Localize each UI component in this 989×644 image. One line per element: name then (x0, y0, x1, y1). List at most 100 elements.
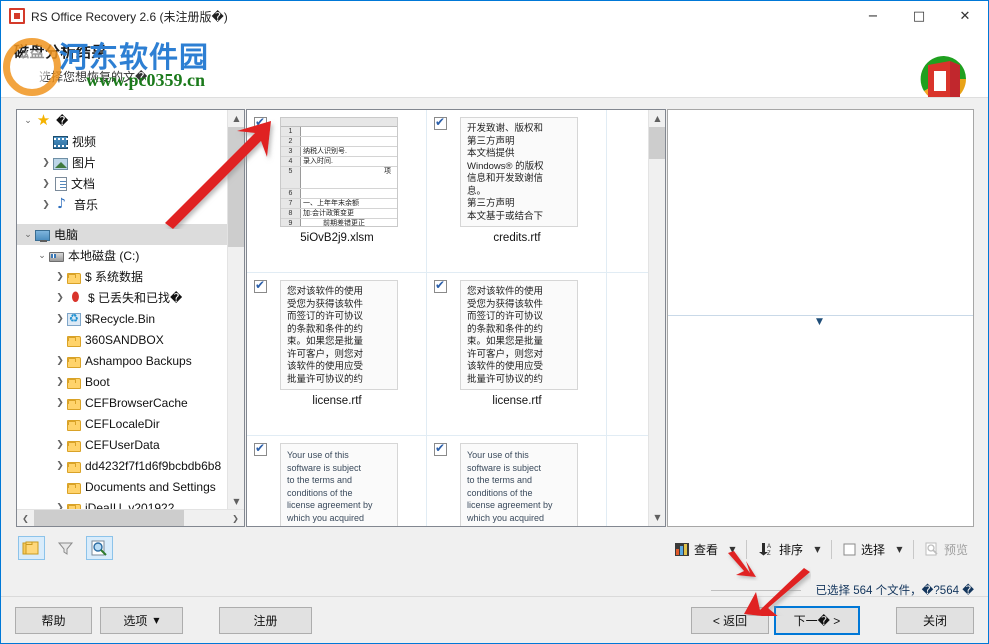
excel-cell (301, 137, 397, 146)
close-button[interactable]: 关闭 (896, 607, 974, 634)
tree-item-label: 音乐 (74, 198, 99, 212)
chevron-down-icon[interactable]: ⌄ (35, 248, 49, 264)
chevron-right-icon[interactable]: ❯ (39, 155, 53, 171)
tree-item-boot[interactable]: ❯ Boot (17, 371, 228, 392)
thumbnail-checkbox[interactable] (434, 278, 447, 293)
tree-item-pictures[interactable]: ❯ 图片 (17, 152, 228, 173)
maximize-button[interactable]: □ (896, 1, 942, 32)
tree-item-documents-and-settings[interactable]: ❯ Documents and Settings (17, 476, 228, 497)
file-thumbnail-panel[interactable]: 1 2 3 纳税人识别号. (246, 109, 666, 527)
thumbnail-checkbox[interactable] (434, 115, 447, 130)
tree-item-360sandbox[interactable]: ❯ 360SANDBOX (17, 329, 228, 350)
file-preview-panel[interactable]: ▼ (667, 109, 974, 527)
thumbnail-item-license-rtf-1[interactable]: 您对该软件的使用 受您为获得该软件 而签订的许可协议 的条款和条件的约 束。如果… (247, 273, 427, 436)
chevron-right-icon[interactable]: ❯ (53, 353, 67, 369)
thumbnail-grid: 1 2 3 纳税人识别号. (247, 110, 649, 526)
back-button[interactable]: < 返回 (691, 607, 769, 634)
chevron-right-icon[interactable]: ❯ (53, 290, 67, 306)
minimize-button[interactable]: − (850, 1, 896, 32)
thumbnail-item-license-en-1[interactable]: Your use of this software is subject to … (247, 436, 427, 526)
tree-item-recycle-bin[interactable]: ❯ $Recycle.Bin (17, 308, 228, 329)
thumbnail-item-xlsm[interactable]: 1 2 3 纳税人识别号. (247, 110, 427, 273)
thumbnail-vertical-scrollbar[interactable]: ▲ ▼ (648, 110, 665, 526)
tree-item-label: Ashampoo Backups (85, 353, 192, 368)
scroll-right-icon[interactable]: ❯ (227, 510, 244, 526)
select-button[interactable]: 选择 (837, 537, 891, 561)
toolbar-separator (912, 539, 914, 559)
tree-item-cefbrowsercache[interactable]: ❯ CEFBrowserCache (17, 392, 228, 413)
chevron-right-icon[interactable]: ❯ (53, 458, 67, 474)
tree-item-label: 图片 (72, 156, 97, 170)
tree-item-documents[interactable]: ❯ 文档 (17, 173, 228, 194)
preview-divider (668, 315, 973, 316)
main-content: ⌄ ★ � › 视频 ❯ 图片 ❯ 文档 (1, 99, 988, 597)
tree-item-music[interactable]: ❯ ♪ 音乐 (17, 194, 228, 215)
tree-scroll-thumb[interactable] (228, 127, 244, 247)
thumbnail-checkbox[interactable] (434, 441, 447, 456)
tree-item-computer[interactable]: ⌄ 电脑 (17, 224, 228, 245)
tree-hscroll-thumb[interactable] (34, 510, 184, 526)
thumbnail-checkbox[interactable] (254, 115, 267, 130)
tree-item-local-disk-c[interactable]: ⌄ 本地磁盘 (C:) (17, 245, 228, 266)
thumbnail-item-credits-rtf[interactable]: 开发致谢、版权和 第三方声明 本文档提供 Windows® 的版权 信息和开发致… (427, 110, 607, 273)
tree-item-ceflocaledir[interactable]: ❯ CEFLocaleDir (17, 413, 228, 434)
excel-row: 4 录入时间. (281, 157, 397, 167)
next-button[interactable]: 下一� > (774, 606, 860, 635)
excel-cell (301, 127, 397, 136)
view-thumbnails-icon (674, 542, 689, 556)
excel-row: 8 加:会计政策变更 (281, 209, 397, 219)
sort-button[interactable]: A Z 排序 (752, 537, 809, 561)
group-files-button[interactable] (18, 536, 45, 560)
chevron-right-icon[interactable]: ❯ (39, 197, 53, 213)
folder-tree-panel[interactable]: ⌄ ★ � › 视频 ❯ 图片 ❯ 文档 (16, 109, 245, 527)
excel-row-number: 2 (281, 137, 301, 146)
chevron-down-icon[interactable]: ▼ (816, 317, 823, 327)
scroll-up-icon[interactable]: ▲ (228, 110, 244, 127)
scroll-left-icon[interactable]: ❮ (17, 510, 34, 526)
scroll-down-icon[interactable]: ▼ (228, 493, 244, 510)
tree-item-favorites[interactable]: ⌄ ★ � (17, 110, 228, 131)
tree-horizontal-scrollbar[interactable]: ❮ ❯ (17, 509, 244, 526)
tree-item-cefuserdata[interactable]: ❯ CEFUserData (17, 434, 228, 455)
help-button[interactable]: 帮助 (15, 607, 92, 634)
chevron-down-icon[interactable]: ⌄ (21, 227, 35, 243)
filter-button[interactable] (52, 536, 79, 560)
thumbnail-filename: 5iOvB2j9.xlsm (300, 232, 374, 244)
tree-item-ashampoo-backups[interactable]: ❯ Ashampoo Backups (17, 350, 228, 371)
close-window-button[interactable]: ✕ (942, 1, 988, 32)
tree-item-videos[interactable]: › 视频 (17, 131, 228, 152)
chevron-down-icon[interactable]: ⌄ (21, 113, 35, 129)
find-button[interactable] (86, 536, 113, 560)
chevron-right-icon[interactable]: ❯ (53, 269, 67, 285)
tree-item-system-data[interactable]: ❯ $ 系统数据 (17, 266, 228, 287)
select-dropdown-caret-icon[interactable]: ▼ (891, 537, 908, 561)
view-dropdown-caret-icon[interactable]: ▼ (724, 537, 741, 561)
excel-cell (301, 189, 397, 198)
office-recovery-icon (9, 8, 25, 24)
sort-dropdown-caret-icon[interactable]: ▼ (809, 537, 826, 561)
chevron-right-icon[interactable]: ❯ (53, 437, 67, 453)
chevron-right-icon[interactable]: ❯ (53, 395, 67, 411)
tree-vertical-scrollbar[interactable]: ▲ ▼ (227, 110, 244, 510)
excel-row-number: 6 (281, 189, 301, 198)
thumbnail-scroll-thumb[interactable] (649, 127, 665, 159)
thumbnail-item-license-en-2[interactable]: Your use of this software is subject to … (427, 436, 607, 526)
chevron-right-icon[interactable]: ❯ (39, 176, 53, 192)
tree-item-hash-folder[interactable]: ❯ dd4232f7f1d6f9bcbdb6b8 (17, 455, 228, 476)
thumbnail-checkbox[interactable] (254, 441, 267, 456)
excel-row-number: 9 (281, 219, 301, 226)
rtf-preview: 您对该软件的使用 受您为获得该软件 而签订的许可协议 的条款和条件的约 束。如果… (460, 280, 578, 390)
excel-preview: 1 2 3 纳税人识别号. 4 录入时间. 5 项 6 7 一、上年年末余额 8… (280, 117, 398, 227)
view-button[interactable]: 查看 (669, 537, 724, 561)
thumbnail-item-license-rtf-2[interactable]: 您对该软件的使用 受您为获得该软件 而签订的许可协议 的条款和条件的约 束。如果… (427, 273, 607, 436)
chevron-right-icon[interactable]: ❯ (53, 311, 67, 327)
chevron-right-icon[interactable]: ❯ (53, 374, 67, 390)
thumbnail-checkbox[interactable] (254, 278, 267, 293)
scroll-up-icon[interactable]: ▲ (649, 110, 665, 127)
register-button[interactable]: 注册 (219, 607, 312, 634)
tree-item-lost-and-found[interactable]: ❯ ⬮ $ 已丢失和已找� (17, 287, 228, 308)
excel-header-row (281, 118, 397, 127)
options-button[interactable]: 选项 ▼ (100, 607, 183, 634)
scroll-down-icon[interactable]: ▼ (649, 509, 665, 526)
star-icon: ★ (36, 110, 51, 129)
